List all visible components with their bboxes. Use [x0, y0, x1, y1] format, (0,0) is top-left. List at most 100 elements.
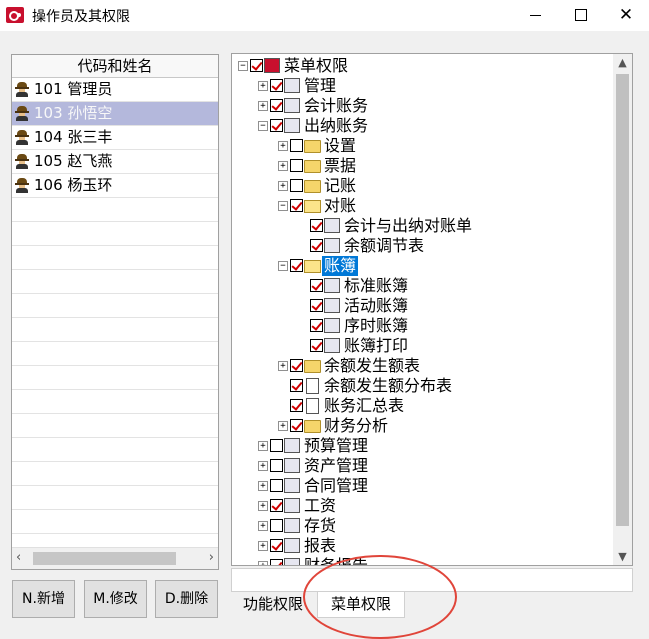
scroll-right-icon[interactable]: ›: [209, 550, 214, 565]
operator-label: 103 孙悟空: [34, 104, 113, 122]
edit-button[interactable]: M.修改: [84, 580, 147, 618]
vertical-scrollbar[interactable]: ▲ ▼: [613, 54, 632, 565]
list-header: 代码和姓名: [12, 55, 218, 78]
empty-row: [12, 510, 218, 534]
expand-icon[interactable]: +: [258, 541, 268, 551]
operator-row[interactable]: 106 杨玉环: [12, 174, 218, 198]
collapse-icon[interactable]: −: [278, 201, 288, 211]
checkbox[interactable]: [290, 419, 303, 432]
collapse-icon[interactable]: −: [238, 61, 248, 71]
tree-label: 余额发生额分布表: [324, 376, 453, 395]
tree-label: 余额调节表: [344, 236, 425, 255]
checkbox[interactable]: [290, 139, 303, 152]
tree-label: 标准账簿: [344, 276, 409, 295]
operator-label: 105 赵飞燕: [34, 152, 113, 170]
scroll-thumb[interactable]: [616, 74, 629, 526]
person-icon: [14, 106, 30, 121]
empty-row: [12, 486, 218, 510]
checkbox[interactable]: [290, 259, 303, 272]
checkbox[interactable]: [310, 339, 323, 352]
expand-icon[interactable]: +: [258, 101, 268, 111]
expand-icon[interactable]: +: [258, 481, 268, 491]
module-icon: [324, 238, 340, 253]
checkbox[interactable]: [290, 179, 303, 192]
tree-label: 菜单权限: [284, 56, 349, 75]
scroll-down-icon[interactable]: ▼: [613, 548, 632, 565]
checkbox[interactable]: [290, 379, 303, 392]
maximize-button[interactable]: [558, 0, 604, 31]
tab-function-permission[interactable]: 功能权限: [235, 592, 311, 617]
checkbox[interactable]: [310, 219, 323, 232]
operator-row[interactable]: 101 管理员: [12, 78, 218, 102]
close-icon: ✕: [618, 5, 634, 25]
checkbox[interactable]: [270, 459, 283, 472]
scroll-thumb[interactable]: [33, 552, 176, 565]
empty-row: [12, 390, 218, 414]
checkbox[interactable]: [290, 199, 303, 212]
checkbox[interactable]: [250, 59, 263, 72]
minimize-icon: [529, 14, 541, 16]
checkbox[interactable]: [270, 519, 283, 532]
tree-label: 工资: [304, 496, 337, 515]
empty-row: [12, 294, 218, 318]
expand-icon[interactable]: +: [278, 161, 288, 171]
expand-icon[interactable]: +: [258, 501, 268, 511]
checkbox[interactable]: [270, 119, 283, 132]
checkbox[interactable]: [290, 159, 303, 172]
menu-permission-tree[interactable]: − 菜单权限 + 管理 + 会计账务 − 出纳账务 + 设置 + 票据 + 记账 − 对账 会计与出纳对账单 余额…: [231, 53, 633, 566]
operator-list[interactable]: 代码和姓名 101 管理员 103 孙悟空 104 张三丰 105 赵飞燕 106 杨玉…: [11, 54, 219, 570]
collapse-icon[interactable]: −: [258, 121, 268, 131]
module-icon: [284, 118, 300, 133]
folder-icon: [304, 360, 321, 373]
folder-open-icon: [304, 260, 321, 273]
scroll-up-icon[interactable]: ▲: [613, 54, 632, 71]
checkbox[interactable]: [270, 559, 283, 565]
horizontal-scrollbar[interactable]: ‹ ›: [12, 547, 218, 569]
checkbox[interactable]: [310, 279, 323, 292]
checkbox[interactable]: [270, 439, 283, 452]
expand-icon[interactable]: +: [258, 441, 268, 451]
checkbox[interactable]: [310, 239, 323, 252]
tree-label: 会计账务: [304, 96, 369, 115]
tree-label: 账簿打印: [344, 336, 409, 355]
expand-icon[interactable]: +: [258, 561, 268, 565]
minimize-button[interactable]: [512, 0, 558, 31]
checkbox[interactable]: [270, 79, 283, 92]
checkbox[interactable]: [270, 499, 283, 512]
app-icon: [6, 7, 24, 23]
new-button[interactable]: N.新增: [12, 580, 75, 618]
tree-label: 出纳账务: [304, 116, 369, 135]
checkbox[interactable]: [310, 299, 323, 312]
expand-icon[interactable]: +: [258, 81, 268, 91]
module-icon: [284, 498, 300, 513]
tree-label: 余额发生额表: [324, 356, 421, 375]
checkbox[interactable]: [270, 99, 283, 112]
expand-icon[interactable]: +: [278, 361, 288, 371]
operator-row[interactable]: 105 赵飞燕: [12, 150, 218, 174]
checkbox[interactable]: [270, 479, 283, 492]
tree-label: 合同管理: [304, 476, 369, 495]
empty-row: [12, 438, 218, 462]
tree-label: 账务汇总表: [324, 396, 405, 415]
empty-row: [12, 246, 218, 270]
tree-label: 报表: [304, 536, 337, 555]
checkbox[interactable]: [310, 319, 323, 332]
checkbox[interactable]: [290, 359, 303, 372]
checkbox[interactable]: [290, 399, 303, 412]
folder-icon: [304, 140, 321, 153]
close-button[interactable]: ✕: [603, 0, 649, 31]
expand-icon[interactable]: +: [278, 141, 288, 151]
collapse-icon[interactable]: −: [278, 261, 288, 271]
delete-button[interactable]: D.删除: [155, 580, 218, 618]
expand-icon[interactable]: +: [278, 421, 288, 431]
operator-row[interactable]: 104 张三丰: [12, 126, 218, 150]
scroll-left-icon[interactable]: ‹: [16, 550, 21, 565]
empty-row: [12, 270, 218, 294]
checkbox[interactable]: [270, 539, 283, 552]
expand-icon[interactable]: +: [258, 521, 268, 531]
expand-icon[interactable]: +: [258, 461, 268, 471]
empty-row: [12, 198, 218, 222]
expand-icon[interactable]: +: [278, 181, 288, 191]
module-icon: [324, 298, 340, 313]
operator-row[interactable]: 103 孙悟空: [12, 102, 218, 126]
